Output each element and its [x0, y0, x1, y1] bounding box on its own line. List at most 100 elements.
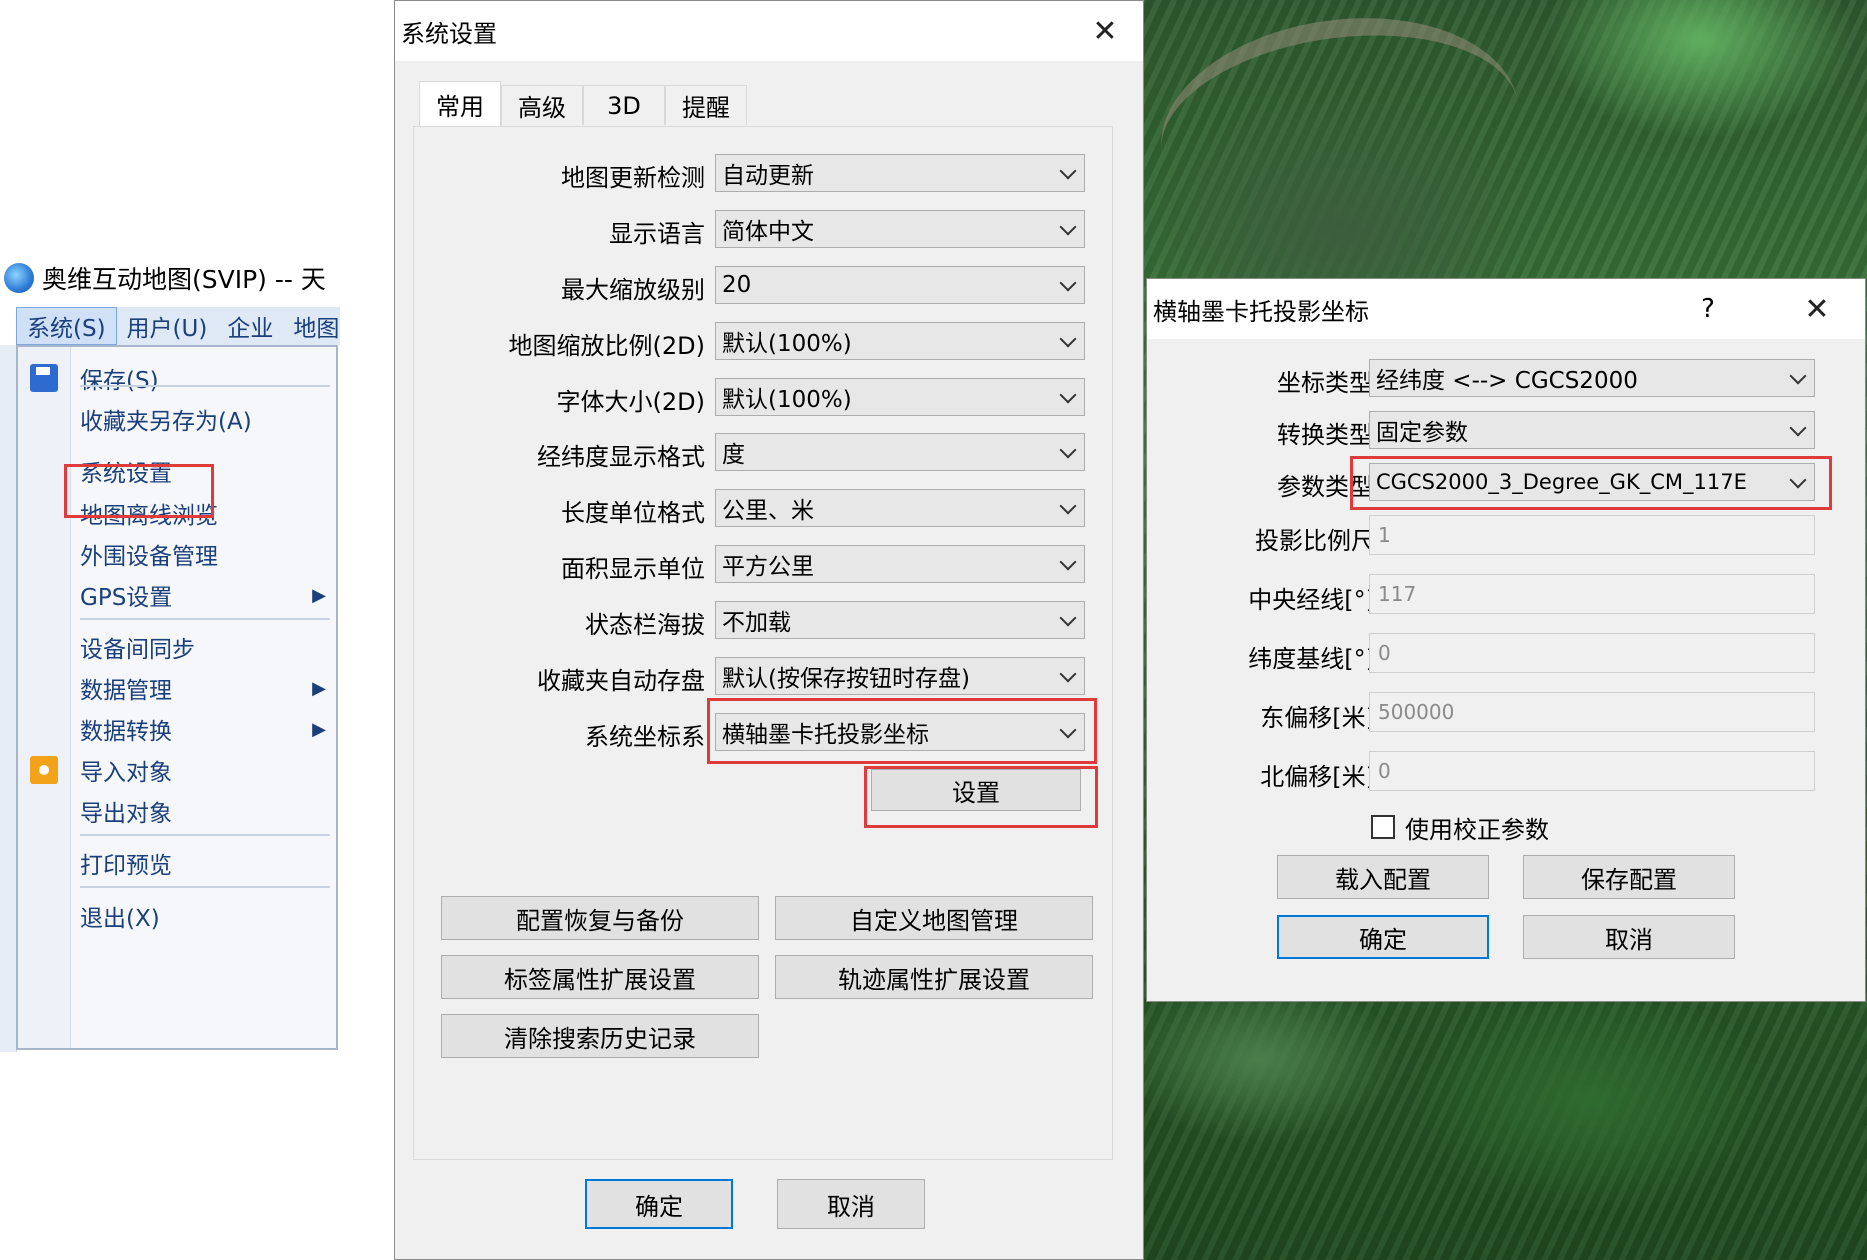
close-icon[interactable]: ✕	[1083, 11, 1127, 51]
label-length-unit: 长度单位格式	[561, 499, 705, 527]
menu-item-gps[interactable]: GPS设置 ▶	[18, 572, 336, 618]
chevron-down-icon	[1059, 386, 1077, 404]
menu-item-peripheral[interactable]: 外围设备管理	[18, 531, 336, 577]
save-icon	[30, 364, 58, 392]
combo-coord-type[interactable]: 经纬度 <--> CGCS2000	[1369, 359, 1815, 397]
custom-map-button[interactable]: 自定义地图管理	[775, 896, 1093, 940]
combo-param-type[interactable]: CGCS2000_3_Degree_GK_CM_117E	[1369, 463, 1815, 501]
ok-button[interactable]: 确定	[585, 1179, 733, 1229]
chevron-down-icon	[1059, 274, 1077, 292]
combo-favorites-autosave[interactable]: 默认(按保存按钮时存盘)	[715, 657, 1085, 695]
track-attr-button[interactable]: 轨迹属性扩展设置	[775, 955, 1093, 999]
label-language: 显示语言	[609, 220, 705, 248]
restore-backup-button[interactable]: 配置恢复与备份	[441, 896, 759, 940]
menu-item-save[interactable]: 保存(S)	[18, 355, 336, 401]
label-coordinate-system: 系统坐标系	[585, 723, 705, 751]
label-font-size-2d: 字体大小(2D)	[556, 388, 705, 416]
menu-item-export[interactable]: 导出对象	[18, 788, 336, 834]
combo-language[interactable]: 简体中文	[715, 210, 1085, 248]
import-folder-icon	[30, 756, 58, 784]
clear-history-button[interactable]: 清除搜索历史记录	[441, 1014, 759, 1058]
menu-separator	[80, 385, 330, 387]
menu-system[interactable]: 系统(S)	[16, 307, 117, 345]
chevron-down-icon	[1059, 162, 1077, 180]
combo-coordinate-system[interactable]: 横轴墨卡托投影坐标	[715, 713, 1085, 751]
combo-value: 默认(100%)	[722, 331, 852, 357]
menu-item-print-preview[interactable]: 打印预览	[18, 840, 336, 886]
chevron-down-icon	[1059, 497, 1077, 515]
cancel-button[interactable]: 取消	[1523, 915, 1735, 959]
menu-user[interactable]: 用户(U)	[117, 307, 218, 345]
menu-map[interactable]: 地图	[283, 307, 340, 345]
label-coord-type: 坐标类型	[1277, 369, 1373, 397]
field-scale[interactable]: 1	[1369, 515, 1815, 555]
label-false-easting: 东偏移[米]	[1260, 704, 1375, 732]
close-icon[interactable]: ✕	[1795, 289, 1839, 329]
tab-common[interactable]: 常用	[419, 81, 501, 127]
menu-item-label: 地图离线浏览	[80, 503, 218, 529]
menu-item-offline-browse[interactable]: 地图离线浏览	[18, 490, 336, 536]
chevron-down-icon	[1059, 218, 1077, 236]
save-config-button[interactable]: 保存配置	[1523, 855, 1735, 899]
app-left-strip	[0, 345, 17, 1052]
dialog-title-bar: 系统设置	[395, 1, 1143, 61]
menu-item-data-convert[interactable]: 数据转换 ▶	[18, 706, 336, 752]
app-title: 奥维互动地图(SVIP) -- 天	[42, 265, 326, 294]
combo-value: 横轴墨卡托投影坐标	[722, 722, 929, 748]
combo-area-unit[interactable]: 平方公里	[715, 545, 1085, 583]
field-false-easting[interactable]: 500000	[1369, 692, 1815, 732]
menu-item-save-favorites-as[interactable]: 收藏夹另存为(A)	[18, 396, 336, 442]
combo-length-unit[interactable]: 公里、米	[715, 489, 1085, 527]
field-latitude-origin[interactable]: 0	[1369, 633, 1815, 673]
combo-value: 经纬度 <--> CGCS2000	[1376, 368, 1638, 394]
label-attr-button[interactable]: 标签属性扩展设置	[441, 955, 759, 999]
ok-button[interactable]: 确定	[1277, 915, 1489, 959]
menu-item-data-management[interactable]: 数据管理 ▶	[18, 665, 336, 711]
combo-value: 简体中文	[722, 219, 814, 245]
label-map-update: 地图更新检测	[561, 164, 705, 192]
chevron-down-icon	[1789, 367, 1807, 385]
projection-dialog: 横轴墨卡托投影坐标 ? ✕ 坐标类型 经纬度 <--> CGCS2000 转换类…	[1146, 278, 1866, 1002]
menu-item-label: 数据管理	[80, 678, 172, 704]
combo-value: CGCS2000_3_Degree_GK_CM_117E	[1376, 470, 1747, 494]
submenu-arrow-icon: ▶	[312, 677, 326, 699]
chevron-down-icon	[1789, 419, 1807, 437]
menu-item-system-settings[interactable]: 系统设置	[18, 448, 336, 494]
tab-advanced[interactable]: 高级	[501, 85, 583, 125]
combo-zoom-scale-2d[interactable]: 默认(100%)	[715, 322, 1085, 360]
combo-font-size-2d[interactable]: 默认(100%)	[715, 378, 1085, 416]
combo-transform-type[interactable]: 固定参数	[1369, 411, 1815, 449]
dialog-title-bar: 横轴墨卡托投影坐标	[1147, 279, 1865, 339]
combo-value: 不加载	[722, 610, 791, 636]
correction-params-checkbox[interactable]	[1371, 815, 1395, 839]
combo-latlng-format[interactable]: 度	[715, 433, 1085, 471]
combo-value: 度	[722, 442, 745, 468]
system-menu-dropdown: 保存(S) 收藏夹另存为(A) 系统设置 地图离线浏览 外围设备管理 GPS设置…	[16, 345, 338, 1050]
menu-item-label: 系统设置	[80, 461, 172, 487]
coordinate-setup-button[interactable]: 设置	[871, 769, 1081, 811]
submenu-arrow-icon: ▶	[312, 584, 326, 606]
cancel-button[interactable]: 取消	[777, 1179, 925, 1229]
chevron-down-icon	[1059, 441, 1077, 459]
menu-item-label: 退出(X)	[80, 906, 160, 932]
menu-item-label: GPS设置	[80, 585, 173, 611]
menu-enterprise[interactable]: 企业	[217, 307, 283, 345]
field-central-meridian[interactable]: 117	[1369, 574, 1815, 614]
label-central-meridian: 中央经线[°]	[1248, 586, 1375, 614]
field-false-northing[interactable]: 0	[1369, 751, 1815, 791]
combo-map-update[interactable]: 自动更新	[715, 154, 1085, 192]
menu-separator	[80, 886, 330, 888]
combo-status-altitude[interactable]: 不加载	[715, 601, 1085, 639]
menu-item-sync[interactable]: 设备间同步	[18, 624, 336, 670]
combo-max-zoom[interactable]: 20	[715, 266, 1085, 304]
load-config-button[interactable]: 载入配置	[1277, 855, 1489, 899]
combo-value: 固定参数	[1376, 420, 1468, 446]
menu-item-import[interactable]: 导入对象	[18, 747, 336, 793]
dialog-title: 横轴墨卡托投影坐标	[1153, 297, 1369, 326]
menu-item-exit[interactable]: 退出(X)	[18, 893, 336, 939]
tab-3d[interactable]: 3D	[583, 85, 665, 125]
help-icon[interactable]: ?	[1693, 293, 1723, 325]
tab-reminder[interactable]: 提醒	[665, 85, 747, 125]
submenu-arrow-icon: ▶	[312, 718, 326, 740]
menu-item-label: 外围设备管理	[80, 544, 218, 570]
